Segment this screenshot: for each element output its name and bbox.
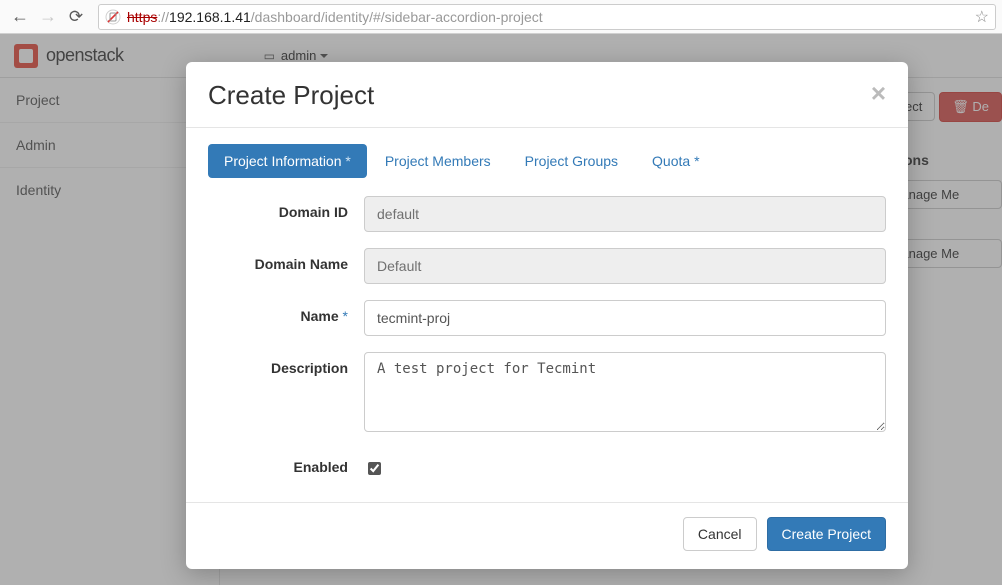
modal-tabs: Project Information * Project Members Pr… [208, 144, 886, 178]
modal-header: Create Project × [186, 62, 908, 128]
site-security-icon [105, 9, 121, 25]
required-asterisk: * [694, 153, 699, 169]
label-domain-id: Domain ID [208, 196, 364, 220]
project-name-field[interactable] [364, 300, 886, 336]
cancel-button[interactable]: Cancel [683, 517, 757, 551]
domain-id-field [364, 196, 886, 232]
tab-label: Project Members [385, 153, 491, 169]
url-path: /dashboard/identity/#/sidebar-accordion-… [251, 9, 543, 25]
address-bar[interactable]: https://192.168.1.41/dashboard/identity/… [98, 4, 996, 30]
tab-label: Quota [652, 153, 690, 169]
modal-footer: Cancel Create Project [186, 502, 908, 569]
label-domain-name: Domain Name [208, 248, 364, 272]
label-name: Name * [208, 300, 364, 324]
description-field[interactable] [364, 352, 886, 432]
address-text: https://192.168.1.41/dashboard/identity/… [127, 9, 969, 25]
modal-title: Create Project [208, 80, 374, 111]
nav-forward-button[interactable]: → [34, 3, 62, 31]
enabled-checkbox[interactable] [368, 462, 381, 475]
tab-project-groups[interactable]: Project Groups [509, 144, 634, 178]
tab-quota[interactable]: Quota * [636, 144, 715, 178]
label-enabled: Enabled [208, 451, 364, 475]
domain-name-field [364, 248, 886, 284]
label-description: Description [208, 352, 364, 376]
browser-toolbar: ← → ⟳ https://192.168.1.41/dashboard/ide… [0, 0, 1002, 34]
required-asterisk: * [345, 153, 350, 169]
nav-back-button[interactable]: ← [6, 3, 34, 31]
url-scheme: https [127, 9, 157, 25]
bookmark-star-icon[interactable]: ☆ [975, 7, 989, 27]
close-icon[interactable]: × [871, 80, 886, 106]
required-asterisk: * [343, 308, 348, 324]
reload-button[interactable]: ⟳ [62, 3, 90, 31]
create-project-modal: Create Project × Project Information * P… [186, 62, 908, 569]
modal-body: Project Information * Project Members Pr… [186, 128, 908, 502]
tab-project-information[interactable]: Project Information * [208, 144, 367, 178]
tab-label: Project Information [224, 153, 342, 169]
url-host: 192.168.1.41 [169, 9, 251, 25]
create-project-button[interactable]: Create Project [767, 517, 886, 551]
tab-project-members[interactable]: Project Members [369, 144, 507, 178]
tab-label: Project Groups [525, 153, 618, 169]
